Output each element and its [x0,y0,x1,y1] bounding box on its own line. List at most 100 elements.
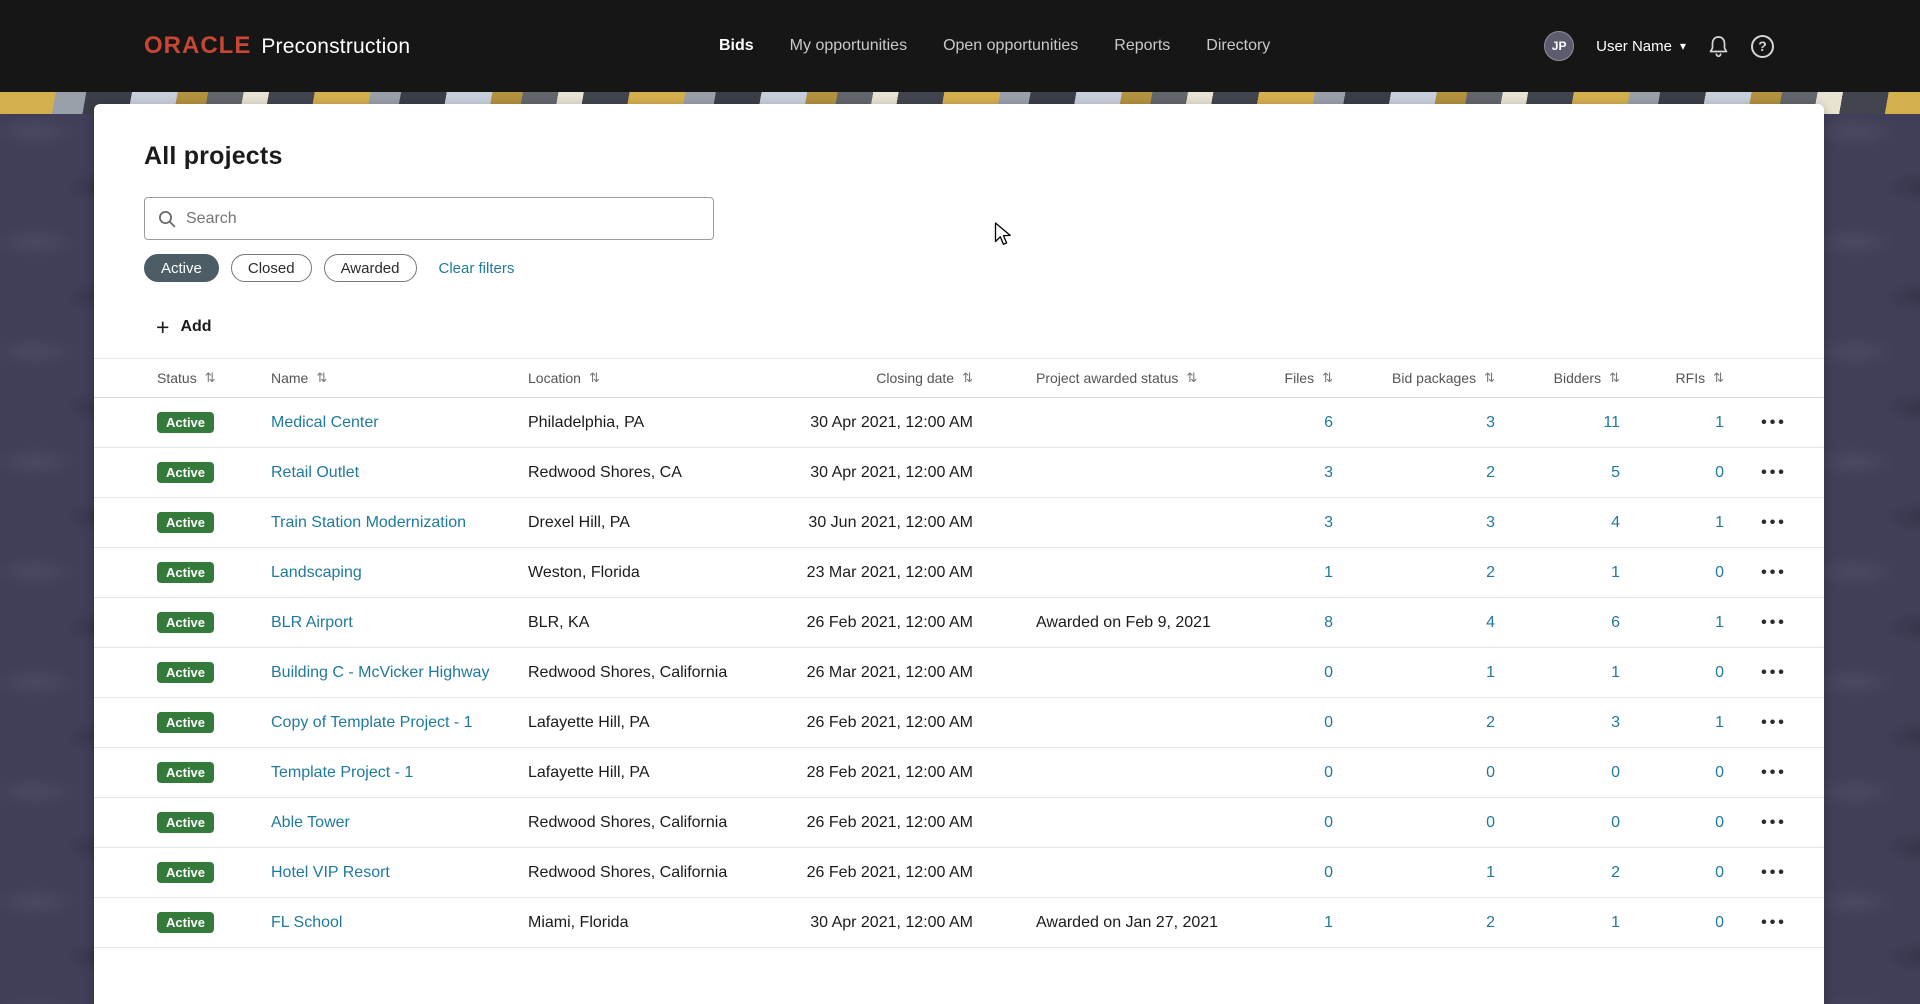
files-count-link[interactable]: 6 [1324,414,1333,432]
project-name-link[interactable]: Landscaping [271,564,362,582]
bidders-count-link[interactable]: 6 [1611,614,1620,632]
column-header-files[interactable]: Files ⇅ [1242,370,1333,386]
name-cell: Medical Center [271,414,528,432]
search-input[interactable] [186,209,700,228]
bidders-count-link[interactable]: 5 [1611,464,1620,482]
bidders-count-link[interactable]: 3 [1611,714,1620,732]
files-count-link[interactable]: 0 [1324,814,1333,832]
column-header-awarded-status[interactable]: Project awarded status ⇅ [973,370,1242,386]
chip-awarded[interactable]: Awarded [323,254,417,282]
table-body: Active Medical Center Philadelphia, PA 3… [94,398,1824,948]
files-count-link[interactable]: 0 [1324,864,1333,882]
status-badge: Active [157,512,215,533]
files-count-link[interactable]: 3 [1324,514,1333,532]
page-title: All projects [144,142,283,170]
bidders-count-link[interactable]: 4 [1611,514,1620,532]
chip-active[interactable]: Active [144,254,219,282]
name-cell: Landscaping [271,564,528,582]
rfis-count-link[interactable]: 0 [1715,864,1724,882]
rfis-count-link[interactable]: 0 [1715,914,1724,932]
column-header-status[interactable]: Status ⇅ [94,370,271,386]
rfis-count-link[interactable]: 0 [1715,464,1724,482]
row-actions-button[interactable]: ••• [1761,764,1787,782]
bid-packages-count-link[interactable]: 3 [1486,414,1495,432]
row-actions-button[interactable]: ••• [1761,414,1787,432]
project-name-link[interactable]: FL School [271,914,342,932]
row-actions-cell: ••• [1724,914,1824,932]
column-header-bid-packages[interactable]: Bid packages ⇅ [1333,370,1495,386]
row-actions-button[interactable]: ••• [1761,464,1787,482]
project-name-link[interactable]: Copy of Template Project - 1 [271,714,473,732]
nav-item-bids[interactable]: Bids [719,37,754,55]
bidders-count-link[interactable]: 0 [1611,764,1620,782]
bid-packages-count-link[interactable]: 2 [1486,464,1495,482]
column-header-rfis[interactable]: RFIs ⇅ [1620,370,1724,386]
row-actions-button[interactable]: ••• [1761,714,1787,732]
project-name-link[interactable]: Building C - McVicker Highway [271,664,489,682]
project-name-link[interactable]: Medical Center [271,414,379,432]
chip-closed[interactable]: Closed [230,254,312,282]
project-name-link[interactable]: Retail Outlet [271,464,359,482]
bid-packages-count-link[interactable]: 2 [1486,914,1495,932]
project-name-link[interactable]: Train Station Modernization [271,514,466,532]
rfis-count-link[interactable]: 0 [1715,664,1724,682]
files-count-link[interactable]: 1 [1324,564,1333,582]
project-name-link[interactable]: Hotel VIP Resort [271,864,390,882]
column-header-bidders[interactable]: Bidders ⇅ [1495,370,1620,386]
bidders-count-link[interactable]: 11 [1603,414,1620,432]
project-name-link[interactable]: Template Project - 1 [271,764,413,782]
row-actions-button[interactable]: ••• [1761,664,1787,682]
rfis-count-link[interactable]: 0 [1715,814,1724,832]
row-actions-button[interactable]: ••• [1761,864,1787,882]
bid-packages-count-link[interactable]: 3 [1486,514,1495,532]
files-count-link[interactable]: 0 [1324,664,1333,682]
help-button[interactable]: ? [1751,34,1774,58]
rfis-cell: 0 [1620,564,1724,582]
column-header-closing-date[interactable]: Closing date ⇅ [808,370,973,386]
bidders-count-link[interactable]: 0 [1611,814,1620,832]
bidders-count-link[interactable]: 1 [1611,564,1620,582]
row-actions-button[interactable]: ••• [1761,514,1787,532]
files-count-link[interactable]: 3 [1324,464,1333,482]
notifications-bell-button[interactable] [1708,35,1729,58]
files-cell: 6 [1242,414,1333,432]
avatar[interactable]: JP [1544,31,1575,61]
rfis-count-link[interactable]: 1 [1715,414,1724,432]
bid-packages-count-link[interactable]: 2 [1486,714,1495,732]
add-button[interactable]: + Add [156,312,212,342]
row-actions-button[interactable]: ••• [1761,614,1787,632]
nav-item-my-opportunities[interactable]: My opportunities [790,37,907,55]
bidders-count-link[interactable]: 1 [1611,664,1620,682]
project-name-link[interactable]: Able Tower [271,814,350,832]
column-header-name[interactable]: Name ⇅ [271,370,528,386]
row-actions-cell: ••• [1724,614,1824,632]
rfis-count-link[interactable]: 1 [1715,714,1724,732]
bid-packages-count-link[interactable]: 1 [1486,664,1495,682]
rfis-count-link[interactable]: 1 [1715,514,1724,532]
bid-packages-count-link[interactable]: 4 [1486,614,1495,632]
row-actions-button[interactable]: ••• [1761,814,1787,832]
files-count-link[interactable]: 0 [1324,764,1333,782]
bid-packages-count-link[interactable]: 1 [1486,864,1495,882]
nav-item-open-opportunities[interactable]: Open opportunities [943,37,1078,55]
bid-packages-count-link[interactable]: 0 [1486,764,1495,782]
user-menu[interactable]: User Name ▾ [1596,38,1686,55]
column-header-location[interactable]: Location ⇅ [528,370,808,386]
rfis-count-link[interactable]: 0 [1715,564,1724,582]
rfis-count-link[interactable]: 1 [1715,614,1724,632]
files-count-link[interactable]: 0 [1324,714,1333,732]
clear-filters-link[interactable]: Clear filters [439,260,515,277]
bidders-count-link[interactable]: 1 [1611,914,1620,932]
row-actions-button[interactable]: ••• [1761,564,1787,582]
project-name-link[interactable]: BLR Airport [271,614,353,632]
awarded-status-cell: Awarded on Jan 27, 2021 [1036,913,1219,931]
files-count-link[interactable]: 1 [1324,914,1333,932]
row-actions-button[interactable]: ••• [1761,914,1787,932]
bid-packages-count-link[interactable]: 2 [1486,564,1495,582]
nav-item-reports[interactable]: Reports [1114,37,1170,55]
bid-packages-count-link[interactable]: 0 [1486,814,1495,832]
rfis-count-link[interactable]: 0 [1715,764,1724,782]
nav-item-directory[interactable]: Directory [1206,37,1270,55]
bidders-count-link[interactable]: 2 [1611,864,1620,882]
files-count-link[interactable]: 8 [1324,614,1333,632]
